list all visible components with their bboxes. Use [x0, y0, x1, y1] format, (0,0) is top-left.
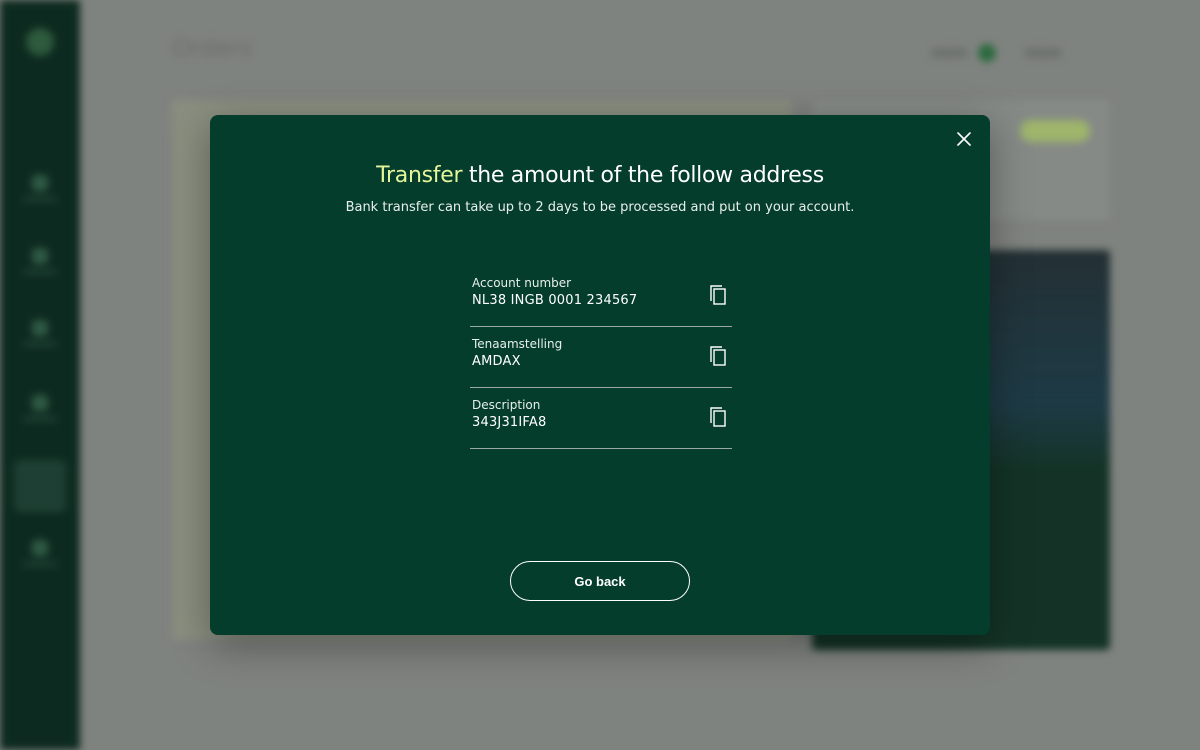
field-value: AMDAX [472, 354, 521, 369]
transfer-modal: Transfer the amount of the follow addres… [210, 115, 990, 635]
copy-tenaamstelling-button[interactable] [708, 345, 730, 369]
field-label: Account number [472, 276, 572, 290]
transfer-details: Account number NL38 INGB 0001 234567 Ten… [470, 267, 732, 450]
copy-account-number-button[interactable] [708, 284, 730, 308]
copy-icon [710, 346, 726, 366]
close-button[interactable] [952, 127, 976, 151]
field-value: NL38 INGB 0001 234567 [472, 293, 638, 308]
field-tenaamstelling: Tenaamstelling AMDAX [470, 328, 732, 388]
close-icon [957, 132, 971, 146]
modal-heading: Transfer the amount of the follow addres… [210, 163, 990, 188]
field-description: Description 343J31IFA8 [470, 389, 732, 449]
copy-icon [710, 285, 726, 305]
copy-icon [710, 407, 726, 427]
heading-highlight: Transfer [376, 163, 463, 188]
field-value: 343J31IFA8 [472, 415, 547, 430]
field-label: Tenaamstelling [472, 337, 563, 351]
modal-subtitle: Bank transfer can take up to 2 days to b… [345, 200, 855, 215]
copy-description-button[interactable] [708, 406, 730, 430]
field-label: Description [472, 398, 541, 412]
go-back-button[interactable]: Go back [510, 561, 690, 601]
field-account-number: Account number NL38 INGB 0001 234567 [470, 267, 732, 327]
heading-text: the amount of the follow address [462, 163, 824, 188]
